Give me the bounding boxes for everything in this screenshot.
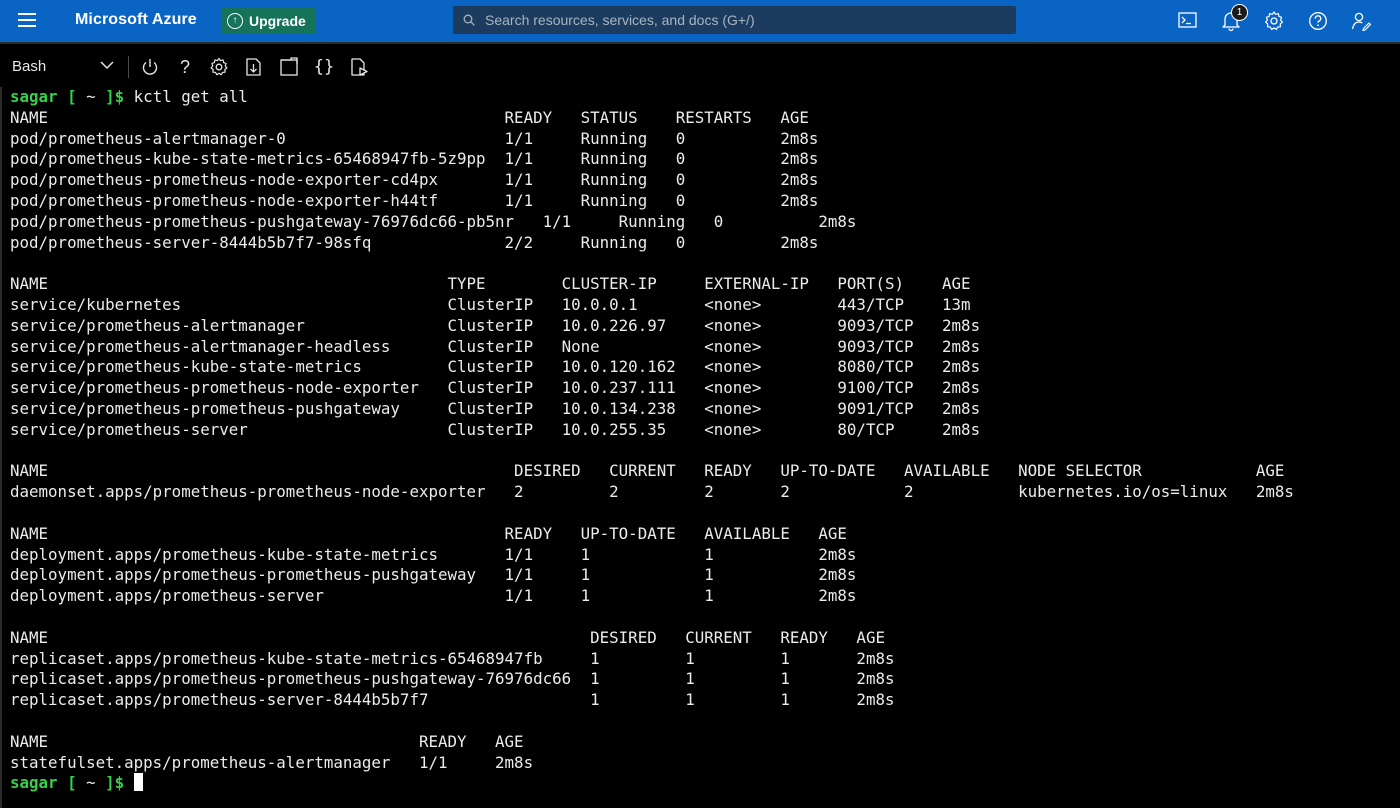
azure-top-bar: Microsoft Azure ↑ Upgrade 1 bbox=[0, 0, 1400, 42]
help-question-icon[interactable] bbox=[1307, 10, 1329, 32]
upload-download-files-icon[interactable] bbox=[243, 56, 265, 78]
web-preview-icon[interactable] bbox=[348, 56, 370, 78]
help-icon[interactable]: ? bbox=[174, 56, 196, 78]
chevron-down-icon bbox=[100, 61, 114, 70]
global-search-box[interactable] bbox=[453, 6, 1016, 34]
shell-type-dropdown[interactable]: Bash bbox=[12, 58, 118, 75]
settings-icon[interactable] bbox=[208, 56, 230, 78]
notification-count-badge: 1 bbox=[1231, 4, 1248, 21]
terminal-content: sagar [ ~ ]$ kctl get all NAME READY STA… bbox=[10, 87, 1294, 794]
terminal-cursor bbox=[133, 773, 143, 792]
prompt-line: sagar [ ~ ]$ kctl get all bbox=[10, 87, 248, 106]
prompt-bracket-close: ]$ bbox=[95, 87, 134, 106]
prompt-path: ~ bbox=[86, 87, 96, 106]
prompt-path: ~ bbox=[86, 773, 96, 793]
toolbar-divider bbox=[128, 56, 129, 78]
search-input[interactable] bbox=[483, 11, 1007, 29]
upgrade-label: Upgrade bbox=[249, 12, 306, 29]
settings-gear-icon[interactable] bbox=[1263, 10, 1285, 32]
prompt-user: sagar bbox=[10, 773, 58, 793]
power-restart-icon[interactable] bbox=[139, 56, 161, 78]
terminal-pane[interactable]: sagar [ ~ ]$ kctl get all NAME READY STA… bbox=[0, 87, 1400, 808]
prompt-bracket-open: [ bbox=[57, 773, 87, 793]
command-text: kctl get all bbox=[133, 87, 248, 106]
feedback-person-icon[interactable] bbox=[1350, 10, 1372, 32]
search-icon bbox=[463, 14, 475, 26]
upgrade-button[interactable]: ↑ Upgrade bbox=[221, 7, 316, 34]
editor-braces-icon[interactable]: {} bbox=[313, 56, 335, 78]
cloud-shell-toolbar: Bash ? {} bbox=[0, 42, 1400, 87]
prompt-bracket-open: [ bbox=[57, 87, 87, 106]
prompt-bracket-close: ]$ bbox=[95, 773, 134, 793]
prompt-user: sagar bbox=[10, 87, 58, 106]
prompt-line-current: sagar [ ~ ]$ bbox=[10, 773, 143, 792]
command-output: NAME READY STATUS RESTARTS AGE pod/prome… bbox=[10, 107, 1294, 772]
portal-menu-icon[interactable] bbox=[18, 13, 36, 27]
upgrade-arrow-icon: ↑ bbox=[227, 12, 243, 29]
open-new-session-icon[interactable] bbox=[278, 56, 300, 78]
shell-type-value: Bash bbox=[12, 58, 47, 75]
cloud-shell-icon[interactable] bbox=[1177, 10, 1199, 32]
azure-brand-title[interactable]: Microsoft Azure bbox=[75, 11, 197, 29]
